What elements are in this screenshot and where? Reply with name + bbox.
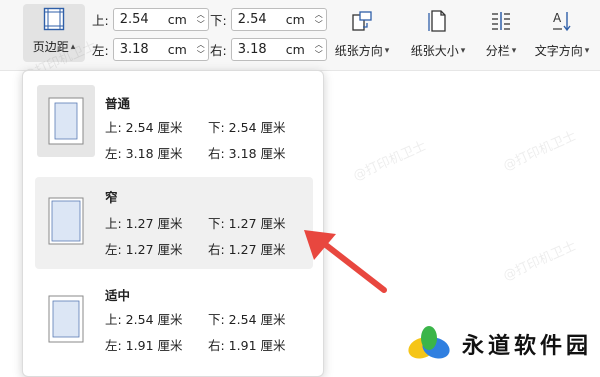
top-margin-label: 上: [92,13,109,28]
left-margin-unit: cm [167,42,187,57]
paper-size-label: 纸张大小 [410,44,459,58]
page-preview-icon [39,185,93,257]
page-margins-icon [40,6,68,32]
chevron-down-icon: ▾ [584,45,590,56]
page-preview-icon [37,85,95,157]
left-margin-value[interactable]: 3.18 [120,42,168,57]
left-margin-spinner[interactable]: 3.18 cm ︿ ﹀ [112,38,209,61]
preset-left: 左: 3.18 厘米 [105,146,183,161]
preset-right: 右: 1.27 厘米 [208,242,286,257]
spinner-arrows-icon[interactable]: ︿ ﹀ [315,10,323,30]
chevron-down-icon: ▾ [460,45,466,56]
margins-dropdown: 普通 上: 2.54 厘米 下: 2.54 厘米 左: 3.18 厘米 右: 3… [22,70,324,377]
spinner-arrows-icon[interactable]: ︿ ﹀ [315,40,323,60]
preset-narrow[interactable]: 窄 上: 1.27 厘米 下: 1.27 厘米 左: 1.27 厘米 右: 1.… [35,177,313,269]
svg-text:A: A [553,11,562,25]
text-direction-button[interactable]: A 文字方向 ▾ [528,8,596,59]
page-preview-icon [39,283,93,355]
chevron-down-icon: ▾ [511,45,517,56]
right-margin-field: 右: 3.18 cm ︿ ﹀ [210,38,327,61]
page-orientation-icon [348,8,376,34]
paper-size-icon [424,8,452,34]
columns-label: 分栏 [485,44,510,58]
right-margin-spinner[interactable]: 3.18 cm ︿ ﹀ [230,38,327,61]
preset-bottom: 下: 2.54 厘米 [208,120,286,135]
bottom-margin-field: 下: 2.54 cm ︿ ﹀ [210,8,327,31]
preset-right: 右: 3.18 厘米 [208,146,286,161]
red-arrow-icon [300,228,390,301]
watermark-text: @打印机卫士 [501,128,579,175]
right-margin-unit: cm [285,42,305,57]
watermark-text: @打印机卫士 [351,138,429,185]
text-direction-icon: A [548,8,576,34]
columns-icon [487,8,515,34]
text-direction-label: 文字方向 [534,44,583,58]
leaf-logo-icon [408,326,450,359]
top-margin-unit: cm [167,12,187,27]
preset-top: 上: 2.54 厘米 [105,312,183,327]
bottom-margin-spinner[interactable]: 2.54 cm ︿ ﹀ [230,8,327,31]
preset-bottom: 下: 2.54 厘米 [208,312,286,327]
paper-size-button[interactable]: 纸张大小 ▾ [404,8,472,59]
spinner-arrows-icon[interactable]: ︿ ﹀ [197,40,205,60]
orientation-button[interactable]: 纸张方向 ▾ [328,8,396,59]
preset-name: 窄 [105,190,118,205]
preset-bottom: 下: 1.27 厘米 [208,216,286,231]
right-margin-label: 右: [210,43,227,58]
brand-logo: 永道软件园 [404,324,592,364]
watermark-text: @打印机卫士 [501,238,579,285]
chevron-down-icon: ▾ [384,45,390,56]
spinner-arrows-icon[interactable]: ︿ ﹀ [197,10,205,30]
top-margin-value[interactable]: 2.54 [120,12,168,27]
brand-name: 永道软件园 [462,334,593,359]
preset-top: 上: 1.27 厘米 [105,216,183,231]
left-margin-field: 左: 3.18 cm ︿ ﹀ [92,38,209,61]
preset-name: 普通 [105,96,131,111]
preset-name: 适中 [105,288,131,303]
bottom-margin-label: 下: [210,13,227,28]
orientation-label: 纸张方向 [334,44,383,58]
bottom-margin-unit: cm [285,12,305,27]
preset-left: 左: 1.27 厘米 [105,242,183,257]
columns-button[interactable]: 分栏 ▾ [478,8,524,59]
top-margin-field: 上: 2.54 cm ︿ ﹀ [92,8,209,31]
preset-top: 上: 2.54 厘米 [105,120,183,135]
preset-left: 左: 1.91 厘米 [105,338,183,353]
preset-right: 右: 1.91 厘米 [208,338,286,353]
preset-moderate[interactable]: 适中 上: 2.54 厘米 下: 2.54 厘米 左: 1.91 厘米 右: 1… [35,275,313,367]
preset-normal[interactable]: 普通 上: 2.54 厘米 下: 2.54 厘米 左: 3.18 厘米 右: 3… [35,83,313,175]
top-margin-spinner[interactable]: 2.54 cm ︿ ﹀ [112,8,209,31]
right-margin-value[interactable]: 3.18 [238,42,286,57]
bottom-margin-value[interactable]: 2.54 [238,12,286,27]
